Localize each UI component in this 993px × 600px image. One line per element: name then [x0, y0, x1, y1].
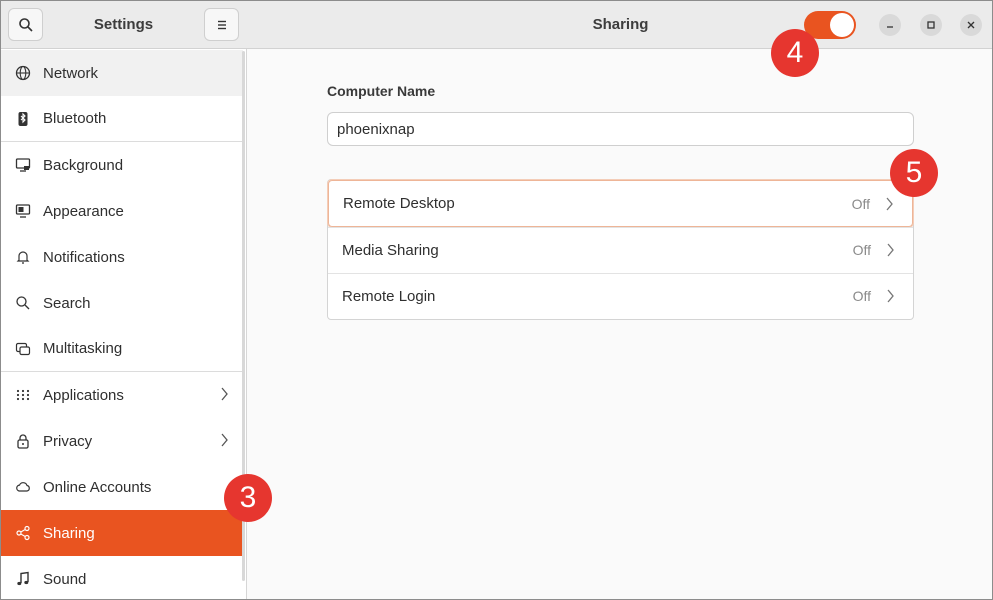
sidebar-item-background[interactable]: Background: [1, 142, 243, 188]
sidebar-item-label: Appearance: [43, 202, 124, 220]
list-item-label: Media Sharing: [342, 242, 439, 259]
sidebar-item-appearance[interactable]: Appearance: [1, 188, 243, 234]
sidebar-list: Network Bluetooth Background Appearance: [1, 50, 243, 599]
sidebar-item-label: Online Accounts: [43, 478, 152, 496]
chevron-right-icon: [221, 433, 228, 447]
maximize-button[interactable]: [920, 14, 942, 36]
list-item-media-sharing[interactable]: Media Sharing Off: [328, 227, 913, 274]
maximize-icon: [927, 21, 935, 29]
sharing-panel: Computer Name Remote Desktop Off Media S…: [247, 50, 992, 599]
list-item-label: Remote Login: [342, 288, 436, 305]
computer-name-field[interactable]: [327, 112, 914, 146]
multitasking-icon: [14, 340, 32, 358]
status-label: Off: [852, 288, 871, 304]
close-icon: [967, 21, 975, 29]
main-menu-button[interactable]: [204, 8, 239, 41]
chevron-right-icon: [887, 289, 894, 303]
close-button[interactable]: [960, 14, 982, 36]
apps-grid-icon: [14, 386, 32, 404]
minimize-icon: [887, 26, 893, 28]
sidebar-item-bluetooth[interactable]: Bluetooth: [1, 96, 243, 142]
share-icon: [14, 524, 32, 542]
sidebar-item-online-accounts[interactable]: Online Accounts: [1, 464, 243, 510]
main-header: Sharing: [247, 1, 992, 49]
appearance-icon: [14, 202, 32, 220]
sidebar-item-label: Bluetooth: [43, 110, 107, 127]
sidebar-item-sound[interactable]: Sound: [1, 556, 243, 599]
sidebar-item-label: Network: [43, 64, 99, 82]
chevron-right-icon: [886, 197, 893, 211]
sidebar-item-label: Background: [43, 156, 124, 174]
sidebar-item-label: Search: [43, 294, 91, 312]
step-badge-5: 5: [890, 149, 938, 197]
status-label: Off: [851, 196, 870, 212]
globe-icon: [14, 64, 32, 82]
step-badge-3: 3: [224, 474, 272, 522]
computer-name-label: Computer Name: [327, 83, 436, 99]
cloud-icon: [14, 478, 32, 496]
list-item-remote-login[interactable]: Remote Login Off: [328, 273, 913, 320]
chevron-right-icon: [221, 387, 228, 401]
sidebar-title: Settings: [93, 16, 154, 33]
sidebar-item-multitasking[interactable]: Multitasking: [1, 326, 243, 372]
search-button[interactable]: [8, 8, 43, 41]
minimize-button[interactable]: [879, 14, 901, 36]
hamburger-menu-icon: [217, 20, 226, 29]
sidebar-item-label: Multitasking: [43, 340, 123, 357]
sidebar-item-applications[interactable]: Applications: [1, 372, 243, 418]
sidebar: Settings Network Bluetooth Background Ap…: [1, 1, 247, 599]
sidebar-item-search[interactable]: Search: [1, 280, 243, 326]
sidebar-item-label: Sharing: [43, 524, 95, 542]
sharing-toggle[interactable]: [804, 11, 856, 39]
toggle-knob: [830, 13, 854, 37]
step-badge-4: 4: [771, 29, 819, 77]
sidebar-header: Settings: [1, 1, 247, 49]
search-icon: [14, 294, 32, 312]
sidebar-item-privacy[interactable]: Privacy: [1, 418, 243, 464]
monitor-icon: [14, 156, 32, 174]
bluetooth-icon: [14, 110, 32, 128]
sidebar-item-label: Applications: [43, 386, 124, 404]
list-item-label: Remote Desktop: [343, 195, 455, 212]
chevron-right-icon: [887, 243, 894, 257]
lock-icon: [14, 432, 32, 450]
music-note-icon: [14, 570, 32, 588]
search-icon: [18, 17, 33, 32]
sidebar-item-label: Privacy: [43, 432, 93, 450]
list-item-remote-desktop[interactable]: Remote Desktop Off: [328, 180, 913, 227]
settings-window: Settings Network Bluetooth Background Ap…: [0, 0, 993, 600]
bell-icon: [14, 248, 32, 266]
sidebar-item-network[interactable]: Network: [1, 50, 243, 96]
status-label: Off: [852, 242, 871, 258]
sharing-services-list: Remote Desktop Off Media Sharing Off Rem…: [327, 179, 914, 320]
sidebar-item-label: Sound: [43, 570, 87, 588]
sidebar-item-notifications[interactable]: Notifications: [1, 234, 243, 280]
sidebar-item-sharing[interactable]: Sharing: [1, 510, 243, 556]
sidebar-item-label: Notifications: [43, 248, 125, 266]
